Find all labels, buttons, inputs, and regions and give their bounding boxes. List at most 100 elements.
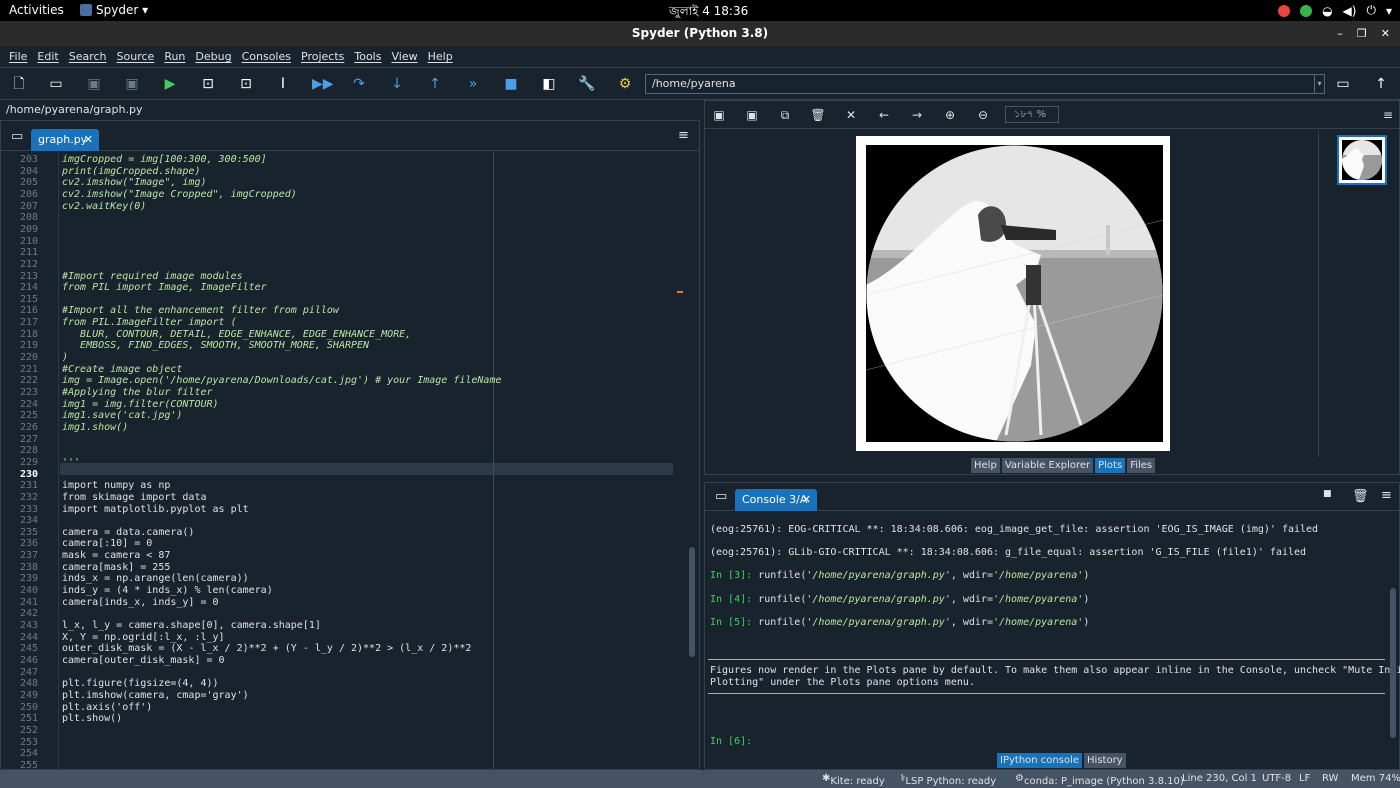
remove-all-plots-icon[interactable]: ✕ xyxy=(842,107,860,123)
notice-line: Plotting" under the Plots pane options m… xyxy=(710,677,975,688)
clear-console-icon[interactable]: 🗑 xyxy=(1352,489,1369,504)
debug-icon[interactable]: ▶▶ xyxy=(312,75,334,93)
status-bar: ✱ Kite: ready ⚕ LSP Python: ready ⚙ cond… xyxy=(0,770,1400,788)
line-number: 250 xyxy=(19,701,38,713)
close-icon[interactable]: ✕ xyxy=(1381,21,1390,46)
line-number: 243 xyxy=(19,620,38,631)
conda-env-status[interactable]: ⚙ conda: P_image (Python 3.8.10) xyxy=(1015,773,1184,787)
menu-projects[interactable]: Projects xyxy=(296,46,349,67)
plot-canvas[interactable] xyxy=(705,130,1319,457)
editor-scrollbar[interactable] xyxy=(687,152,697,769)
save-all-plots-icon[interactable]: ▣ xyxy=(743,107,761,123)
code-line: plt.figure(figsize=(4, 4)) xyxy=(62,678,219,690)
save-icon[interactable]: ▣ xyxy=(85,75,103,93)
chevron-down-icon[interactable]: ▾ xyxy=(1315,74,1325,94)
remove-plot-icon[interactable]: 🗑 xyxy=(809,107,827,123)
update-icon[interactable] xyxy=(1300,4,1313,17)
working-directory-input[interactable]: /home/pyarena xyxy=(645,74,1315,94)
run-selection-icon[interactable]: I xyxy=(274,75,292,93)
preferences-icon[interactable]: 🔧 xyxy=(578,75,596,93)
zoom-level[interactable]: ১৮৭ % xyxy=(1005,106,1059,123)
previous-plot-icon[interactable]: ← xyxy=(875,107,893,123)
continue-icon[interactable]: » xyxy=(464,75,482,93)
minimize-icon[interactable]: – xyxy=(1337,21,1343,46)
system-tray: ◒ ◀) ⏻ ▾ xyxy=(1278,3,1392,18)
run-cell-advance-icon[interactable]: ⊡ xyxy=(237,75,255,93)
menu-file[interactable]: File xyxy=(4,46,32,67)
options-menu-icon[interactable]: ≡ xyxy=(678,128,689,143)
console-options-icon[interactable]: ≡ xyxy=(1381,488,1392,503)
power-icon[interactable]: ⏻ xyxy=(1366,3,1376,18)
maximize-pane-icon[interactable]: ◧ xyxy=(540,75,558,93)
tab-help[interactable]: Help xyxy=(971,458,1000,473)
code-line: print(imgCropped.shape) xyxy=(62,165,201,177)
save-all-icon[interactable]: ▣ xyxy=(123,75,141,93)
tab-plots[interactable]: Plots xyxy=(1095,458,1126,473)
step-out-icon[interactable]: ↑ xyxy=(426,75,444,93)
code-editor[interactable]: 203 204 205 206 207 208 209 210 211 212 213 214 215 2… xyxy=(1,152,687,769)
menu-view[interactable]: View xyxy=(386,46,422,67)
menu-debug[interactable]: Debug xyxy=(190,46,236,67)
restore-icon[interactable]: ❐ xyxy=(1357,21,1367,46)
menu-consoles[interactable]: Consoles xyxy=(237,46,296,67)
tab-console-3a[interactable]: Console 3/A ✕ xyxy=(735,489,817,511)
kite-status[interactable]: ✱ Kite: ready xyxy=(822,773,885,787)
plot-figure xyxy=(856,136,1170,451)
menu-run[interactable]: Run xyxy=(159,46,190,67)
close-tab-icon[interactable]: ✕ xyxy=(84,129,93,151)
plot-thumbnails xyxy=(1321,130,1399,457)
wifi-icon[interactable]: ◒ xyxy=(1322,4,1332,18)
console-output[interactable]: Figures now render in the Plots pane by … xyxy=(705,512,1400,748)
plot-thumbnail[interactable] xyxy=(1337,135,1387,185)
plots-options-icon[interactable]: ≡ xyxy=(1379,107,1397,123)
tab-files[interactable]: Files xyxy=(1127,458,1156,473)
run-cell-icon[interactable]: ⊡ xyxy=(199,75,217,93)
stop-kernel-icon[interactable]: ■ xyxy=(1323,489,1332,499)
app-menu[interactable]: Spyder ▾ xyxy=(80,3,148,17)
run-icon[interactable]: ▶ xyxy=(161,75,179,93)
clock[interactable]: জুলাই 4 18:36 xyxy=(669,3,748,23)
tab-history[interactable]: History xyxy=(1084,753,1126,768)
scrollbar-thumb[interactable] xyxy=(1390,588,1396,738)
tab-graph-py[interactable]: graph.py ✕ xyxy=(31,129,99,151)
save-plot-icon[interactable]: ▣ xyxy=(710,107,728,123)
next-plot-icon[interactable]: → xyxy=(908,107,926,123)
code-line: img1.save('cat.jpg') xyxy=(62,410,183,422)
line-number: 213 xyxy=(19,270,38,282)
browse-tabs-icon[interactable]: ▭ xyxy=(11,129,23,144)
close-tab-icon[interactable]: ✕ xyxy=(802,489,811,511)
menu-edit[interactable]: Edit xyxy=(32,46,63,67)
parent-directory-icon[interactable]: ↑ xyxy=(1372,75,1390,93)
code-line: inds_y = (4 * inds_x) % len(camera) xyxy=(62,585,273,597)
volume-icon[interactable]: ◀) xyxy=(1343,4,1357,18)
line-number: 207 xyxy=(19,200,38,212)
new-file-icon[interactable]: 🗋 xyxy=(10,75,28,93)
menu-tools[interactable]: Tools xyxy=(349,46,386,67)
step-over-icon[interactable]: ↷ xyxy=(350,75,368,93)
browse-folder-icon[interactable]: ▭ xyxy=(1334,75,1352,93)
tab-ipython-console[interactable]: IPython console xyxy=(997,753,1083,768)
menu-source[interactable]: Source xyxy=(112,46,160,67)
line-number: 234 xyxy=(19,515,38,527)
memory-usage: Mem 74% xyxy=(1351,773,1400,784)
tab-variable-explorer[interactable]: Variable Explorer xyxy=(1001,458,1094,473)
open-file-icon[interactable]: ▭ xyxy=(47,75,65,93)
code-line: plt.axis('off') xyxy=(62,701,153,713)
scrollbar-thumb[interactable] xyxy=(689,547,695,657)
system-menu-icon[interactable]: ▾ xyxy=(1386,4,1392,18)
zoom-out-icon[interactable]: ⊖ xyxy=(974,107,992,123)
browse-tabs-icon[interactable]: ▭ xyxy=(715,489,727,504)
chrome-icon[interactable] xyxy=(1278,4,1291,17)
console-scrollbar[interactable] xyxy=(1389,513,1397,745)
python-path-icon[interactable]: ⚙ xyxy=(616,75,634,93)
menu-help[interactable]: Help xyxy=(423,46,458,67)
activities-button[interactable]: Activities xyxy=(9,3,64,17)
edge-line xyxy=(493,152,494,769)
lsp-status[interactable]: ⚕ LSP Python: ready xyxy=(900,773,996,787)
stop-icon[interactable]: ■ xyxy=(502,75,520,93)
step-into-icon[interactable]: ↓ xyxy=(388,75,406,93)
zoom-in-icon[interactable]: ⊕ xyxy=(941,107,959,123)
menu-search[interactable]: Search xyxy=(64,46,112,67)
copy-plot-icon[interactable]: ⧉ xyxy=(776,107,794,123)
input-prompt[interactable]: In [6]: xyxy=(710,736,752,747)
